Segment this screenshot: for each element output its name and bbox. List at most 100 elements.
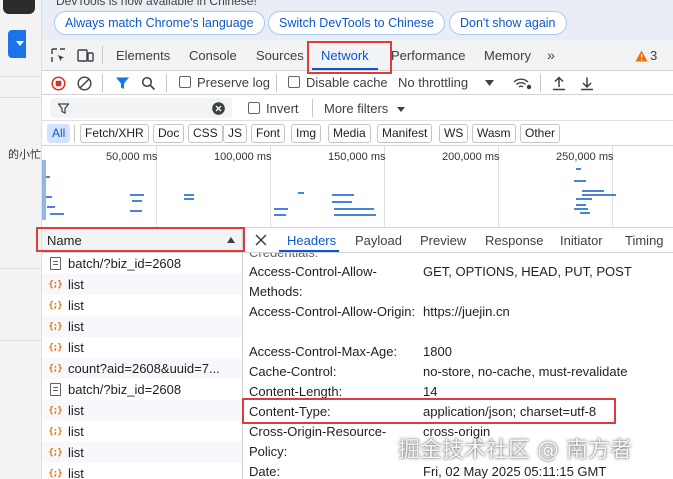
type-filter-row: All Fetch/XHR Doc CSS JS Font Img Media …: [42, 121, 673, 146]
type-filter-all[interactable]: All: [47, 124, 71, 143]
clear-filter-icon[interactable]: [211, 101, 225, 115]
table-row[interactable]: {;} list: [42, 295, 242, 316]
network-conditions-icon[interactable]: [512, 75, 532, 91]
warning-count: 3: [650, 48, 658, 63]
request-name: batch/?biz_id=2608: [68, 382, 182, 397]
tab-sources[interactable]: Sources: [256, 48, 304, 63]
filter-input[interactable]: [50, 98, 232, 118]
header-key: Date:: [249, 464, 281, 479]
clear-icon[interactable]: [76, 75, 92, 91]
type-filter-ws[interactable]: WS: [439, 124, 469, 143]
table-row[interactable]: batch/?biz_id=2608: [42, 379, 242, 400]
dont-show-again-button[interactable]: Don't show again: [449, 11, 567, 35]
export-har-icon[interactable]: [579, 75, 595, 91]
json-icon: {;}: [48, 300, 62, 311]
active-detail-tab-underline: [279, 250, 339, 252]
tab-response[interactable]: Response: [485, 233, 544, 248]
request-name: list: [68, 298, 84, 313]
page-thumbnail: [3, 0, 35, 14]
invert-checkbox[interactable]: [248, 102, 260, 114]
tab-initiator[interactable]: Initiator: [560, 233, 603, 248]
table-row[interactable]: {;} list: [42, 421, 242, 442]
overview-tick: 150,000 ms: [328, 151, 386, 163]
more-filters-chevron-down-icon[interactable]: [396, 105, 406, 113]
type-filter-media[interactable]: Media: [328, 124, 371, 143]
type-filter-other[interactable]: Other: [520, 124, 561, 143]
header-value: no-store, no-cache, must-revalidate: [423, 364, 628, 379]
header-value-content-type: application/json; charset=utf-8: [423, 404, 597, 419]
import-har-icon[interactable]: [551, 75, 567, 91]
tab-console[interactable]: Console: [189, 48, 237, 63]
overview-tick: 250,000 ms: [556, 151, 614, 163]
request-name: batch/?biz_id=2608: [68, 256, 182, 271]
document-icon: [47, 257, 63, 271]
detail-tab-bar: Headers Payload Preview Response Initiat…: [244, 228, 673, 253]
tab-preview[interactable]: Preview: [420, 233, 466, 248]
table-row[interactable]: {;} list: [42, 274, 242, 295]
main-tab-bar: Elements Console Sources Network Perform…: [42, 40, 673, 71]
request-name: list: [68, 319, 84, 334]
type-filter-css[interactable]: CSS: [188, 124, 223, 143]
switch-to-chinese-button[interactable]: Switch DevTools to Chinese: [268, 11, 445, 35]
preserve-log-checkbox[interactable]: [179, 76, 191, 88]
json-icon: {;}: [48, 426, 62, 437]
table-row[interactable]: {;} list: [42, 337, 242, 358]
page-dropdown-button[interactable]: [8, 30, 26, 58]
close-detail-icon[interactable]: [254, 233, 268, 247]
type-filter-manifest[interactable]: Manifest: [377, 124, 433, 143]
tab-payload[interactable]: Payload: [355, 233, 402, 248]
table-row[interactable]: {;} list: [42, 463, 242, 479]
json-icon: {;}: [48, 468, 62, 479]
type-filter-wasm[interactable]: Wasm: [472, 124, 516, 143]
header-value: GET, OPTIONS, HEAD, PUT, POST: [423, 264, 632, 279]
request-list: batch/?biz_id=2608 {;} list {;} list {;} li…: [42, 253, 243, 479]
table-row[interactable]: {;} list: [42, 400, 242, 421]
table-row[interactable]: {;} count?aid=2608&uuid=7...: [42, 358, 242, 379]
throttling-select[interactable]: No throttling: [398, 75, 468, 90]
tab-performance[interactable]: Performance: [391, 48, 465, 63]
request-name: list: [68, 340, 84, 355]
json-icon: {;}: [48, 363, 62, 374]
table-row[interactable]: {;} list: [42, 316, 242, 337]
type-filter-img[interactable]: Img: [291, 124, 322, 143]
table-row[interactable]: batch/?biz_id=2608: [42, 253, 242, 274]
more-filters-dropdown[interactable]: More filters: [324, 101, 388, 116]
tab-elements[interactable]: Elements: [116, 48, 170, 63]
header-value: Fri, 02 May 2025 05:11:15 GMT: [423, 464, 607, 479]
active-tab-underline: [312, 68, 378, 70]
header-key: Content-Length:: [249, 384, 343, 399]
inspect-element-icon[interactable]: [50, 47, 66, 63]
language-infobar: DevTools is now available in Chinese! Al…: [42, 0, 673, 40]
header-key: Access-Control-Allow-Origin:: [249, 304, 416, 319]
record-stop-icon[interactable]: [50, 75, 66, 91]
disable-cache-checkbox[interactable]: [288, 76, 300, 88]
header-value: 14: [423, 384, 438, 399]
more-tabs-chevron-icon[interactable]: »: [543, 47, 559, 63]
filter-funnel-icon[interactable]: [114, 75, 130, 91]
tab-headers[interactable]: Headers: [287, 233, 336, 248]
disable-cache-label: Disable cache: [306, 75, 388, 90]
overview-tick: 100,000 ms: [214, 151, 272, 163]
timeline-overview[interactable]: 50,000 ms 100,000 ms 150,000 ms 200,000 …: [42, 146, 673, 228]
tab-memory[interactable]: Memory: [484, 48, 531, 63]
throttling-chevron-down-icon[interactable]: [484, 79, 494, 87]
tab-timing[interactable]: Timing: [625, 233, 664, 248]
header-key-content-type: Content-Type:: [249, 404, 331, 419]
search-icon[interactable]: [140, 75, 156, 91]
page-strip: 的小忙: [0, 0, 42, 479]
device-toolbar-icon[interactable]: [76, 47, 94, 63]
document-icon: [47, 383, 63, 397]
type-filter-doc[interactable]: Doc: [153, 124, 185, 143]
type-filter-js[interactable]: JS: [223, 124, 248, 143]
filter-row: Invert More filters: [42, 95, 673, 121]
name-column-header[interactable]: Name: [42, 228, 243, 253]
always-match-language-button[interactable]: Always match Chrome's language: [54, 11, 265, 35]
request-name: list: [68, 277, 84, 292]
type-filter-font[interactable]: Font: [251, 124, 286, 143]
request-name: list: [68, 445, 84, 460]
table-row[interactable]: {;} list: [42, 442, 242, 463]
tab-network[interactable]: Network: [321, 48, 369, 63]
type-filter-fetch-xhr[interactable]: Fetch/XHR: [80, 124, 149, 143]
warning-icon[interactable]: [634, 49, 648, 62]
sort-ascending-icon: [227, 237, 235, 243]
